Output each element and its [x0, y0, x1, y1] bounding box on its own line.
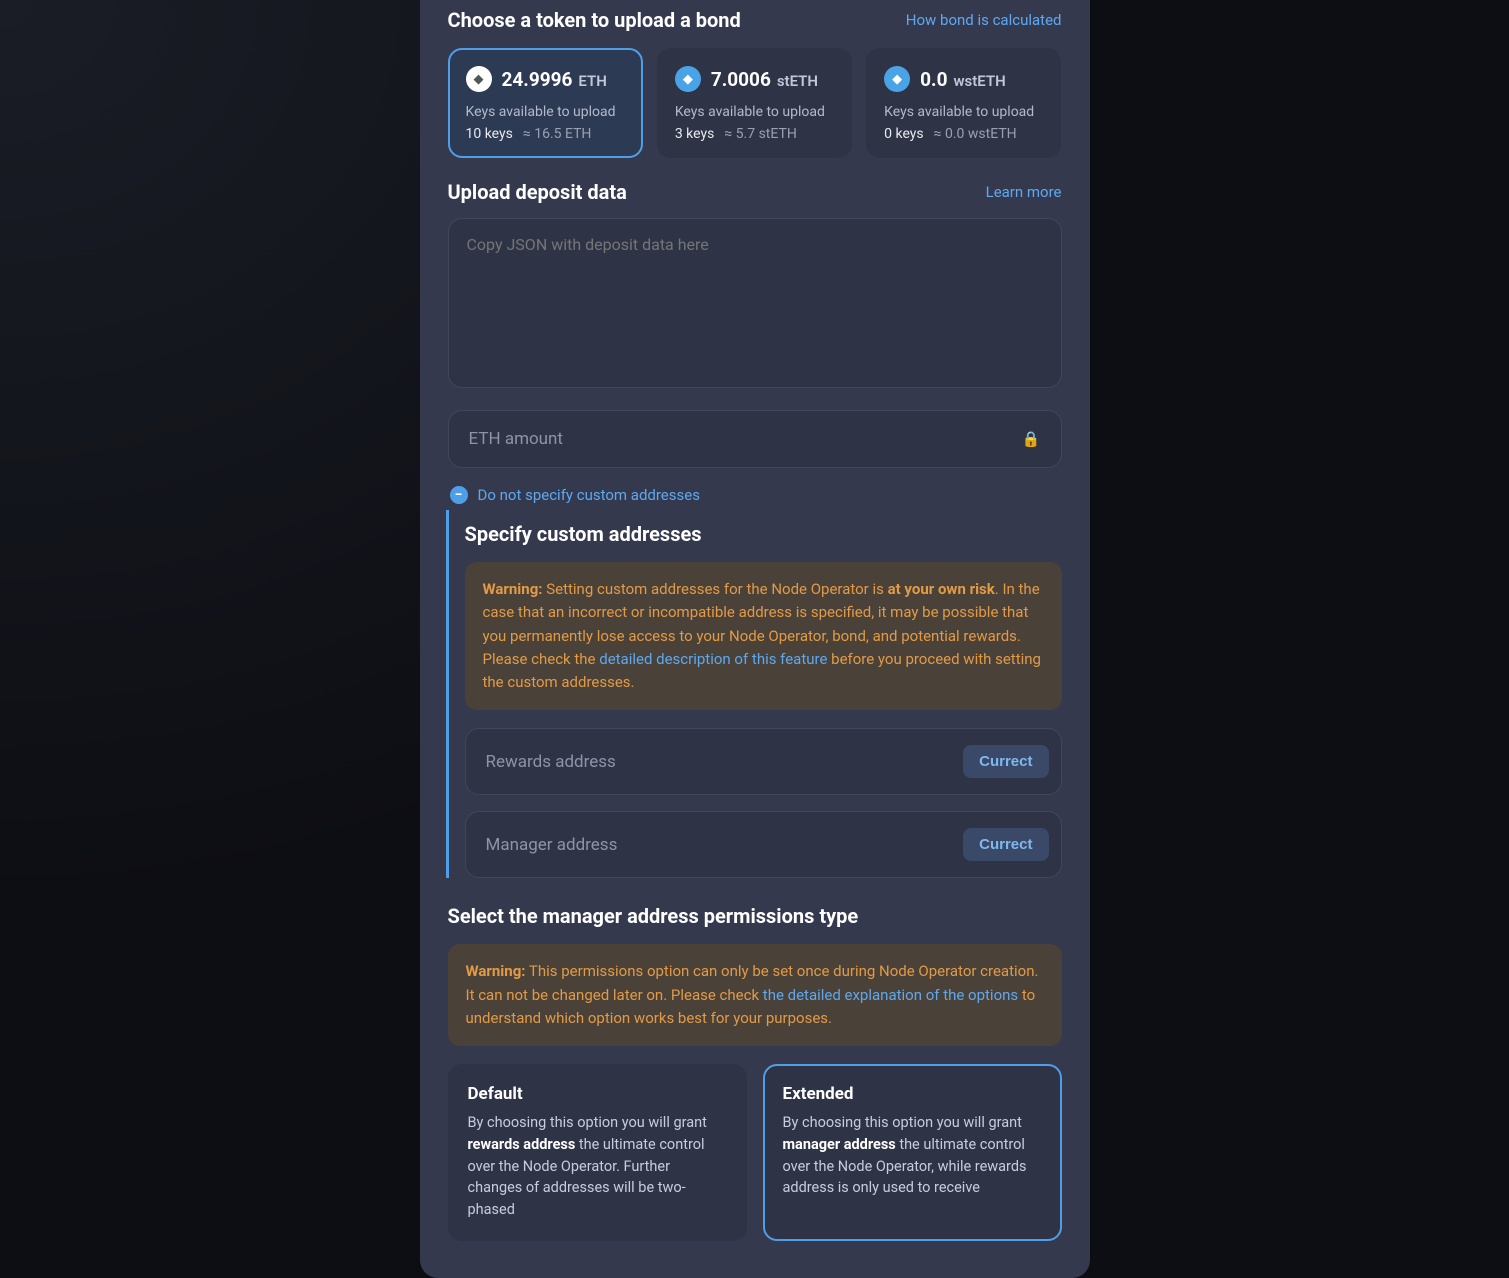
permission-option-title: Default: [468, 1084, 727, 1104]
keys-count: 10 keys≈ 16.5 ETH: [466, 126, 625, 142]
token-symbol: stETH: [777, 72, 818, 90]
permission-option-desc: By choosing this option you will grant r…: [468, 1112, 727, 1221]
token-card-eth[interactable]: ◆ 24.9996 ETH Keys available to upload 1…: [448, 48, 643, 158]
token-symbol: ETH: [578, 72, 606, 90]
section-upload-header: Upload deposit data Learn more: [448, 180, 1062, 218]
permission-option-default[interactable]: Default By choosing this option you will…: [448, 1064, 747, 1241]
keys-count: 3 keys≈ 5.7 stETH: [675, 126, 834, 142]
how-bond-calculated-link[interactable]: How bond is calculated: [906, 11, 1062, 29]
token-amount: 7.0006: [711, 68, 771, 91]
custom-address-toggle[interactable]: − Do not specify custom addresses: [420, 468, 1090, 510]
token-symbol: wstETH: [953, 72, 1005, 90]
keys-approx: ≈ 16.5 ETH: [523, 126, 592, 142]
warning-label: Warning:: [483, 580, 543, 598]
permission-option-extended[interactable]: Extended By choosing this option you wil…: [763, 1064, 1062, 1241]
rewards-address-row: Currect: [465, 728, 1062, 795]
keys-approx: ≈ 5.7 stETH: [724, 126, 797, 142]
detailed-description-link[interactable]: detailed description of this feature: [599, 650, 827, 668]
eth-icon: ◆: [466, 66, 492, 92]
custom-addresses-block: Specify custom addresses Warning: Settin…: [446, 510, 1090, 878]
wsteth-icon: ◆: [884, 66, 910, 92]
section-choose-token-header: Choose a token to upload a bond How bond…: [420, 0, 1090, 48]
custom-addresses-title: Specify custom addresses: [465, 522, 1062, 546]
manager-current-button[interactable]: Currect: [963, 828, 1048, 861]
lock-icon: 🔒: [1022, 430, 1041, 448]
main-panel: Choose a token to upload a bond How bond…: [420, 0, 1090, 1278]
token-amount: 24.9996: [502, 68, 573, 91]
steth-icon: ◆: [675, 66, 701, 92]
token-amount: 0.0: [920, 68, 947, 91]
keys-available-label: Keys available to upload: [466, 104, 625, 120]
eth-amount-input[interactable]: [469, 429, 1022, 449]
permission-option-title: Extended: [783, 1084, 1042, 1104]
token-card-steth[interactable]: ◆ 7.0006 stETH Keys available to upload …: [657, 48, 852, 158]
keys-count: 0 keys≈ 0.0 wstETH: [884, 126, 1043, 142]
permissions-title: Select the manager address permissions t…: [420, 894, 1090, 944]
custom-address-warning: Warning: Setting custom addresses for th…: [465, 562, 1062, 710]
token-card-wsteth[interactable]: ◆ 0.0 wstETH Keys available to upload 0 …: [866, 48, 1061, 158]
manager-address-input[interactable]: [486, 835, 964, 855]
token-selector-row: ◆ 24.9996 ETH Keys available to upload 1…: [420, 48, 1090, 158]
keys-available-label: Keys available to upload: [884, 104, 1043, 120]
rewards-address-input[interactable]: [486, 752, 964, 772]
permission-option-desc: By choosing this option you will grant m…: [783, 1112, 1042, 1199]
upload-deposit-title: Upload deposit data: [448, 180, 627, 204]
permissions-warning: Warning: This permissions option can onl…: [448, 944, 1062, 1046]
permissions-explanation-link[interactable]: the detailed explanation of the options: [763, 986, 1018, 1004]
keys-approx: ≈ 0.0 wstETH: [934, 126, 1017, 142]
toggle-label: Do not specify custom addresses: [478, 486, 700, 504]
keys-available-label: Keys available to upload: [675, 104, 834, 120]
choose-token-title: Choose a token to upload a bond: [448, 8, 741, 32]
eth-amount-row: 🔒: [448, 410, 1062, 468]
manager-address-row: Currect: [465, 811, 1062, 878]
rewards-current-button[interactable]: Currect: [963, 745, 1048, 778]
permissions-options-row: Default By choosing this option you will…: [420, 1064, 1090, 1241]
minus-circle-icon: −: [450, 486, 468, 504]
deposit-data-textarea[interactable]: [448, 218, 1062, 388]
learn-more-link[interactable]: Learn more: [986, 183, 1062, 201]
warning-label-2: Warning:: [466, 962, 526, 980]
